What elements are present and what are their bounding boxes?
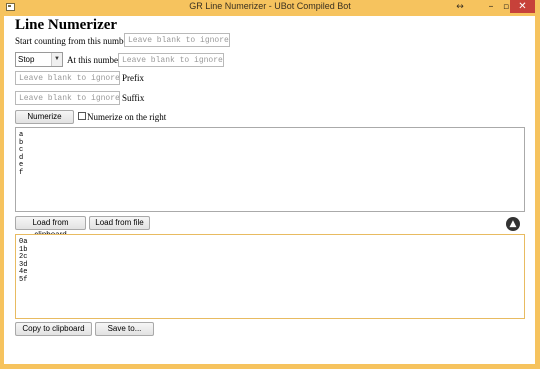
save-to-button[interactable]: Save to... bbox=[95, 322, 154, 336]
app-client-area: Line Numerizer Start counting from this … bbox=[4, 16, 535, 364]
chevron-down-icon[interactable]: ▼ bbox=[51, 53, 62, 66]
page-title: Line Numerizer bbox=[15, 17, 118, 33]
stop-mode-select[interactable]: Stop ▼ bbox=[15, 52, 63, 67]
stop-mode-value: Stop bbox=[18, 55, 35, 64]
stop-number-input[interactable]: Leave blank to ignore bbox=[118, 53, 224, 67]
title-bar: GR Line Numerizer - UBot Compiled Bot ↔ … bbox=[0, 0, 540, 16]
start-number-label: Start counting from this number bbox=[15, 36, 131, 46]
load-from-file-button[interactable]: Load from file bbox=[89, 216, 150, 230]
numerize-right-label: Numerize on the right bbox=[87, 112, 167, 122]
arrow-up-circle-icon[interactable]: ▲ bbox=[506, 217, 520, 231]
stop-number-label: At this number bbox=[67, 55, 121, 65]
start-number-input[interactable]: Leave blank to ignore bbox=[124, 33, 230, 47]
output-textarea[interactable]: 0a 1b 2c 3d 4e 5f bbox=[15, 234, 525, 319]
input-textarea[interactable]: a b c d e f bbox=[15, 127, 525, 212]
numerize-button[interactable]: Numerize bbox=[15, 110, 74, 124]
suffix-input[interactable]: Leave blank to ignore bbox=[15, 91, 120, 105]
numerize-right-checkbox[interactable] bbox=[78, 112, 86, 120]
load-from-clipboard-button[interactable]: Load from clipboard bbox=[15, 216, 86, 239]
resize-icon[interactable]: ↔ bbox=[451, 0, 469, 14]
prefix-input[interactable]: Leave blank to ignore bbox=[15, 71, 120, 85]
copy-to-clipboard-button[interactable]: Copy to clipboard bbox=[15, 322, 92, 336]
close-button[interactable]: ✕ bbox=[510, 0, 535, 13]
prefix-label: Prefix bbox=[122, 73, 144, 83]
suffix-label: Suffix bbox=[122, 93, 145, 103]
